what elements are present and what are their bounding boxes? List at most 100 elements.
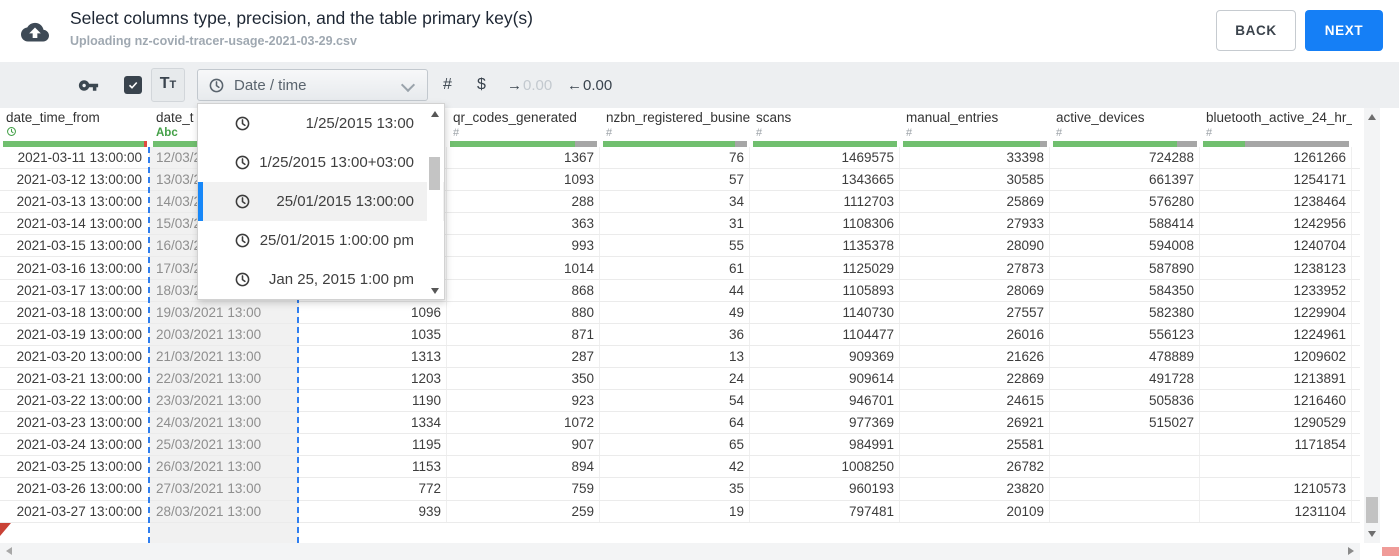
- table-cell[interactable]: 1343665: [750, 169, 900, 191]
- table-cell[interactable]: 2021-03-11 13:00:00: [0, 147, 150, 169]
- table-cell[interactable]: 24/03/2021 13:00: [150, 412, 299, 434]
- table-cell[interactable]: 1210573: [1200, 478, 1352, 500]
- table-cell[interactable]: 2021-03-20 13:00:00: [0, 345, 150, 367]
- table-cell[interactable]: 23820: [900, 478, 1050, 500]
- table-cell[interactable]: 1035: [299, 323, 447, 345]
- back-button[interactable]: BACK: [1216, 10, 1296, 51]
- table-cell[interactable]: 984991: [750, 434, 900, 456]
- menu-scrollbar-thumb[interactable]: [429, 157, 440, 190]
- table-cell[interactable]: 25/03/2021 13:00: [150, 434, 299, 456]
- table-cell[interactable]: 797481: [750, 500, 900, 522]
- table-cell[interactable]: 1093: [447, 169, 600, 191]
- vertical-scrollbar[interactable]: [1364, 108, 1380, 543]
- table-cell[interactable]: 25581: [900, 434, 1050, 456]
- table-cell[interactable]: 1125029: [750, 257, 900, 279]
- table-cell[interactable]: 1254171: [1200, 169, 1352, 191]
- next-button[interactable]: NEXT: [1305, 10, 1383, 51]
- table-cell[interactable]: [1200, 456, 1352, 478]
- menu-scroll-down-arrow-icon[interactable]: [431, 288, 439, 294]
- table-cell[interactable]: 2021-03-19 13:00:00: [0, 323, 150, 345]
- table-cell[interactable]: 19: [600, 500, 750, 522]
- table-cell[interactable]: [1050, 434, 1200, 456]
- table-cell[interactable]: 871: [447, 323, 600, 345]
- table-cell[interactable]: 556123: [1050, 323, 1200, 345]
- column-header-nzbn_registered_busine[interactable]: nzbn_registered_busine #: [600, 108, 750, 141]
- type-option[interactable]: 1/25/2015 13:00+03:00: [198, 143, 444, 182]
- table-cell[interactable]: 21/03/2021 13:00: [150, 345, 299, 367]
- table-cell[interactable]: 26782: [900, 456, 1050, 478]
- table-cell[interactable]: 880: [447, 301, 600, 323]
- table-cell[interactable]: 960193: [750, 478, 900, 500]
- table-cell[interactable]: 19/03/2021 13:00: [150, 301, 299, 323]
- table-cell[interactable]: 759: [447, 478, 600, 500]
- table-cell[interactable]: 2021-03-27 13:00:00: [0, 500, 150, 522]
- table-cell[interactable]: 23/03/2021 13:00: [150, 390, 299, 412]
- table-cell[interactable]: 1195: [299, 434, 447, 456]
- table-cell[interactable]: 2021-03-13 13:00:00: [0, 191, 150, 213]
- table-cell[interactable]: 584350: [1050, 279, 1200, 301]
- column-header-manual_entries[interactable]: manual_entries #: [900, 108, 1050, 141]
- table-cell[interactable]: 33398: [900, 147, 1050, 169]
- type-option-selected[interactable]: 25/01/2015 13:00:00: [198, 182, 444, 221]
- table-cell[interactable]: 1334: [299, 412, 447, 434]
- type-option[interactable]: 1/25/2015 13:00: [198, 104, 444, 143]
- table-cell[interactable]: 1313: [299, 345, 447, 367]
- table-cell[interactable]: 939: [299, 500, 447, 522]
- table-cell[interactable]: 1108306: [750, 213, 900, 235]
- table-cell[interactable]: 1112703: [750, 191, 900, 213]
- table-cell[interactable]: 2021-03-26 13:00:00: [0, 478, 150, 500]
- table-cell[interactable]: 26921: [900, 412, 1050, 434]
- table-cell[interactable]: 49: [600, 301, 750, 323]
- column-header-bluetooth_active_24_hr_[interactable]: bluetooth_active_24_hr_ #: [1200, 108, 1352, 141]
- table-cell[interactable]: 1261266: [1200, 147, 1352, 169]
- table-cell[interactable]: 1171854: [1200, 434, 1352, 456]
- table-cell[interactable]: 1008250: [750, 456, 900, 478]
- table-cell[interactable]: 907: [447, 434, 600, 456]
- table-cell[interactable]: 287: [447, 345, 600, 367]
- table-cell[interactable]: 1224961: [1200, 323, 1352, 345]
- type-option[interactable]: Jan 25, 2015 1:00 pm: [198, 260, 444, 299]
- table-cell[interactable]: 27933: [900, 213, 1050, 235]
- table-cell[interactable]: 505836: [1050, 390, 1200, 412]
- table-cell[interactable]: 363: [447, 213, 600, 235]
- table-cell[interactable]: 1367: [447, 147, 600, 169]
- table-cell[interactable]: 724288: [1050, 147, 1200, 169]
- table-cell[interactable]: 2021-03-18 13:00:00: [0, 301, 150, 323]
- table-cell[interactable]: 24615: [900, 390, 1050, 412]
- table-cell[interactable]: 2021-03-23 13:00:00: [0, 412, 150, 434]
- table-cell[interactable]: 259: [447, 500, 600, 522]
- text-case-button[interactable]: TT: [151, 68, 185, 102]
- table-cell[interactable]: 909369: [750, 345, 900, 367]
- table-cell[interactable]: 1072: [447, 412, 600, 434]
- table-cell[interactable]: 2021-03-14 13:00:00: [0, 213, 150, 235]
- table-cell[interactable]: 576280: [1050, 191, 1200, 213]
- table-cell[interactable]: 350: [447, 367, 600, 390]
- table-cell[interactable]: 2021-03-15 13:00:00: [0, 235, 150, 257]
- table-cell[interactable]: 13: [600, 345, 750, 367]
- column-type-dropdown[interactable]: Date / time: [197, 69, 428, 101]
- table-cell[interactable]: 2021-03-12 13:00:00: [0, 169, 150, 191]
- table-cell[interactable]: 288: [447, 191, 600, 213]
- table-cell[interactable]: 1238464: [1200, 191, 1352, 213]
- table-cell[interactable]: 1209602: [1200, 345, 1352, 367]
- table-cell[interactable]: 588414: [1050, 213, 1200, 235]
- table-cell[interactable]: 44: [600, 279, 750, 301]
- scroll-left-arrow-icon[interactable]: [6, 547, 12, 555]
- table-cell[interactable]: 57: [600, 169, 750, 191]
- menu-scrollbar[interactable]: [427, 105, 443, 298]
- table-cell[interactable]: 2021-03-25 13:00:00: [0, 456, 150, 478]
- table-cell[interactable]: 31: [600, 213, 750, 235]
- column-header-scans[interactable]: scans #: [750, 108, 900, 141]
- table-cell[interactable]: 24: [600, 367, 750, 390]
- table-cell[interactable]: 1190: [299, 390, 447, 412]
- table-cell[interactable]: 515027: [1050, 412, 1200, 434]
- table-cell[interactable]: 27873: [900, 257, 1050, 279]
- table-cell[interactable]: 42: [600, 456, 750, 478]
- table-cell[interactable]: 1105893: [750, 279, 900, 301]
- table-cell[interactable]: 478889: [1050, 345, 1200, 367]
- table-cell[interactable]: 35: [600, 478, 750, 500]
- table-cell[interactable]: 2021-03-16 13:00:00: [0, 257, 150, 279]
- table-cell[interactable]: 977369: [750, 412, 900, 434]
- table-cell[interactable]: 61: [600, 257, 750, 279]
- table-cell[interactable]: 27557: [900, 301, 1050, 323]
